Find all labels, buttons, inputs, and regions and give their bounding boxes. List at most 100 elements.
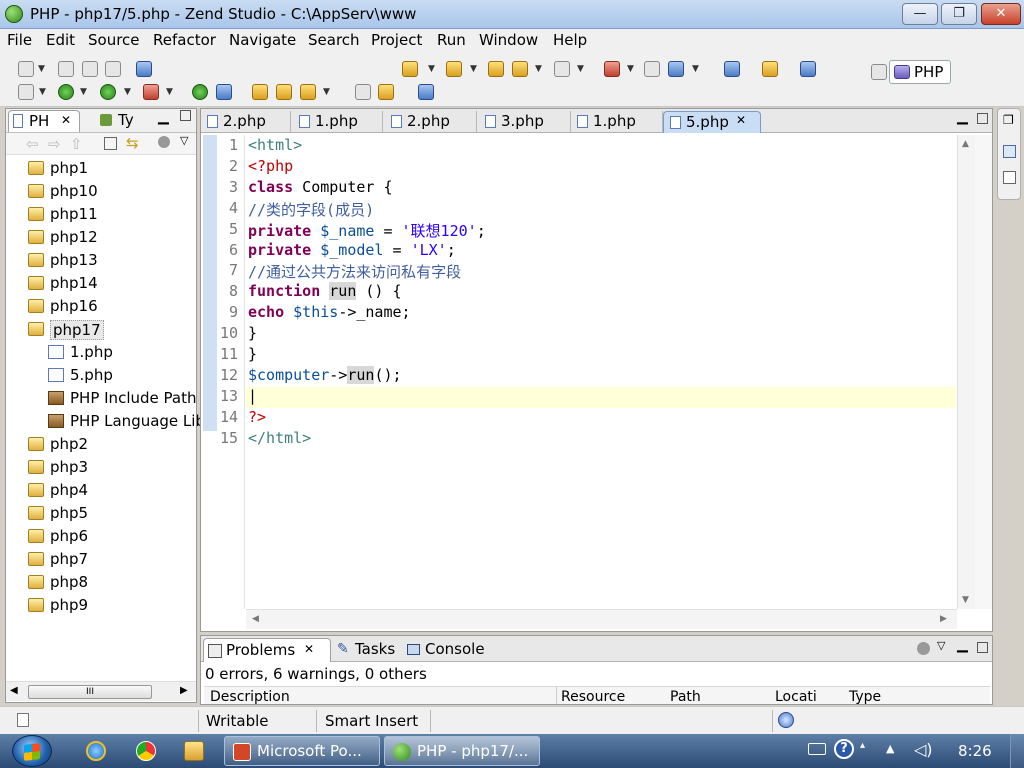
back-nav-icon[interactable]: ⇦ bbox=[26, 135, 39, 153]
scroll-left-icon[interactable]: ◀ bbox=[252, 614, 259, 624]
code-line[interactable]: <html> bbox=[248, 136, 302, 154]
open-folder-icon[interactable] bbox=[252, 84, 268, 100]
browser-icon[interactable] bbox=[418, 84, 434, 100]
keyboard-icon[interactable] bbox=[808, 743, 826, 755]
search-dropdown-icon[interactable]: ▼ bbox=[323, 87, 330, 97]
open-type-icon[interactable] bbox=[724, 61, 740, 77]
editor-tab-3-php[interactable]: 3.php bbox=[479, 111, 571, 133]
next-annotation-dropdown-icon[interactable]: ▼ bbox=[428, 64, 435, 74]
save-all-icon[interactable] bbox=[82, 61, 98, 77]
column-path[interactable]: Path bbox=[670, 689, 701, 704]
server-icon[interactable] bbox=[192, 84, 208, 100]
up-nav-icon[interactable]: ⇧ bbox=[70, 135, 83, 153]
code-line[interactable]: private $_model = 'LX'; bbox=[248, 241, 456, 259]
maximize-view-icon[interactable] bbox=[180, 110, 191, 121]
code-line[interactable]: function run () { bbox=[248, 282, 402, 301]
debug-icon[interactable] bbox=[100, 84, 116, 100]
open-perspective-icon[interactable] bbox=[871, 64, 887, 80]
build-dropdown-icon[interactable]: ▼ bbox=[39, 87, 46, 97]
scroll-left-icon[interactable]: ◀ bbox=[10, 685, 18, 696]
maximize-editor-icon[interactable] bbox=[977, 113, 988, 124]
maximize-view-icon[interactable] bbox=[977, 642, 988, 653]
start-button[interactable] bbox=[12, 735, 52, 767]
minimize-view-icon[interactable]: ▁ bbox=[957, 637, 968, 653]
previous-annotation-dropdown-icon[interactable]: ▼ bbox=[470, 64, 477, 74]
view-menu-dropdown-icon[interactable]: ▽ bbox=[937, 639, 945, 652]
external-tools-dropdown-icon[interactable]: ▼ bbox=[166, 87, 173, 97]
new-dropdown-icon[interactable]: ▼ bbox=[38, 64, 45, 74]
progress-icon[interactable] bbox=[778, 712, 794, 728]
editor-horizontal-scrollbar[interactable]: ◀ ▶ bbox=[246, 609, 957, 629]
chrome-icon[interactable] bbox=[136, 741, 156, 761]
menu-edit[interactable]: Edit bbox=[46, 31, 75, 49]
code-line[interactable]: private $_name = '联想120'; bbox=[248, 220, 486, 241]
search-icon[interactable] bbox=[300, 84, 316, 100]
close-tab-icon[interactable]: ✕ bbox=[736, 113, 746, 127]
editor-vertical-scrollbar[interactable]: ▲ ▼ bbox=[957, 135, 975, 609]
fast-view-icon[interactable] bbox=[17, 713, 29, 727]
help-icon[interactable]: ? bbox=[834, 739, 854, 759]
volume-icon[interactable]: ◁) bbox=[914, 740, 933, 759]
editor-tab-2-php[interactable]: 2.php bbox=[385, 111, 477, 133]
editor-tab-1-php[interactable]: 1.php bbox=[571, 111, 663, 133]
collapse-all-icon[interactable] bbox=[104, 137, 117, 150]
explorer-folder-icon[interactable] bbox=[184, 741, 204, 761]
code-line[interactable]: echo $this->_name; bbox=[248, 303, 411, 321]
code-line[interactable]: </html> bbox=[248, 429, 311, 447]
close-tab-icon[interactable]: ✕ bbox=[61, 113, 71, 127]
forward-icon[interactable] bbox=[554, 61, 570, 77]
restore-icon[interactable]: ❐ bbox=[1003, 113, 1014, 127]
minimize-view-icon[interactable]: ▁ bbox=[158, 109, 169, 125]
editor-tab-5-php[interactable]: 5.php ✕ bbox=[663, 111, 761, 133]
scroll-thumb[interactable]: III bbox=[28, 685, 152, 699]
debug-url-icon[interactable] bbox=[604, 61, 620, 77]
scroll-right-icon[interactable]: ▶ bbox=[940, 614, 947, 624]
column-location[interactable]: Locati bbox=[775, 689, 817, 704]
code-line[interactable]: } bbox=[248, 324, 257, 342]
menu-source[interactable]: Source bbox=[88, 31, 140, 49]
code-line[interactable]: <?php bbox=[248, 157, 293, 175]
code-line[interactable]: $computer->run(); bbox=[248, 365, 402, 384]
mark-occurrences-icon[interactable] bbox=[378, 84, 394, 100]
taskbar-powerpoint-button[interactable]: Microsoft Po... bbox=[224, 736, 380, 766]
menu-run[interactable]: Run bbox=[437, 31, 466, 49]
bookmark-icon[interactable] bbox=[762, 61, 778, 77]
link-with-editor-icon[interactable]: ⇆ bbox=[126, 134, 139, 152]
forward-nav-icon[interactable]: ⇨ bbox=[48, 135, 61, 153]
next-annotation-icon[interactable] bbox=[402, 61, 418, 77]
menu-navigate[interactable]: Navigate bbox=[229, 31, 296, 49]
explorer-horizontal-scrollbar[interactable]: ◀ III ▶ bbox=[6, 681, 196, 701]
view-menu-dropdown-icon[interactable]: ▽ bbox=[180, 134, 188, 147]
tab-type-hierarchy[interactable]: Ty bbox=[98, 110, 146, 132]
column-resource[interactable]: Resource bbox=[561, 689, 625, 704]
back-icon[interactable] bbox=[512, 61, 528, 77]
open-project-icon[interactable] bbox=[276, 84, 292, 100]
code-line[interactable]: | bbox=[248, 387, 257, 405]
server-settings-icon[interactable] bbox=[216, 84, 232, 100]
external-tools-icon[interactable] bbox=[143, 84, 159, 100]
profile-icon[interactable] bbox=[668, 61, 684, 77]
profile-dropdown-icon[interactable]: ▼ bbox=[692, 64, 699, 74]
code-line[interactable]: ?> bbox=[248, 408, 266, 426]
previous-annotation-icon[interactable] bbox=[446, 61, 462, 77]
close-tab-icon[interactable]: ✕ bbox=[304, 642, 314, 656]
maximize-button[interactable]: ❐ bbox=[941, 3, 977, 25]
run-icon[interactable] bbox=[58, 84, 74, 100]
php-manual-icon[interactable] bbox=[800, 61, 816, 77]
save-icon[interactable] bbox=[58, 61, 74, 77]
scroll-right-icon[interactable]: ▶ bbox=[180, 685, 188, 696]
tray-flag-icon[interactable]: ▴ bbox=[860, 740, 865, 751]
menu-file[interactable]: File bbox=[7, 31, 32, 49]
code-line[interactable]: //通过公共方法来访问私有字段 bbox=[248, 261, 461, 282]
show-hidden-icons[interactable]: ▲ bbox=[886, 742, 894, 755]
debug-url-dropdown-icon[interactable]: ▼ bbox=[627, 64, 634, 74]
minimize-button[interactable]: — bbox=[902, 3, 938, 25]
php-perspective-button[interactable]: PHP bbox=[889, 60, 951, 84]
debug-dropdown-icon[interactable]: ▼ bbox=[124, 87, 131, 97]
menu-window[interactable]: Window bbox=[479, 31, 538, 49]
menu-help[interactable]: Help bbox=[553, 31, 587, 49]
outline-icon[interactable] bbox=[355, 84, 371, 100]
new-php-file-icon[interactable] bbox=[136, 61, 152, 77]
column-description[interactable]: Description bbox=[210, 689, 290, 704]
run-dropdown-icon[interactable]: ▼ bbox=[80, 87, 87, 97]
